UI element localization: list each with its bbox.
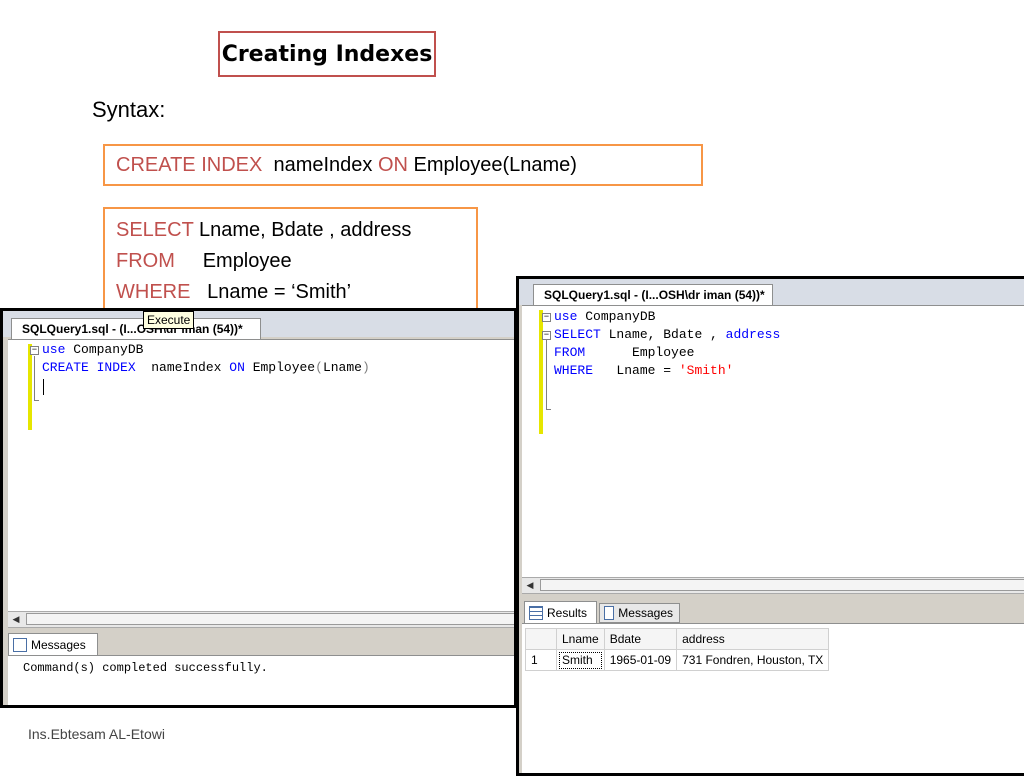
scroll-left-arrow-icon[interactable]: ◀ (522, 578, 538, 593)
results-header-row: Lname Bdate address (525, 628, 830, 650)
select-line-1: SELECT Lname, Bdate , address (116, 215, 476, 246)
syntax-target: Employee(Lname) (413, 154, 577, 176)
messages-tab-label: Messages (31, 637, 86, 652)
sql-condition: Lname = (616, 363, 672, 378)
code-line-2: CREATE INDEX nameIndex ON Employee(Lname… (42, 359, 370, 377)
from-keyword: FROM (116, 250, 175, 272)
ssms-window-create-index: SQLQuery1.sql - (I...OSH\dr iman (54))* … (0, 308, 517, 708)
collapse-icon[interactable]: − (542, 313, 551, 322)
messages-icon (604, 606, 615, 620)
where-keyword: WHERE (116, 281, 191, 303)
results-grid-icon (529, 605, 543, 620)
sql-keyword-on: ON (229, 360, 245, 375)
where-rest: Lname = ‘Smith’ (207, 281, 352, 303)
sql-table: Employee (632, 345, 695, 360)
select-example-box: SELECT Lname, Bdate , address FROM Emplo… (103, 207, 478, 315)
tab-messages[interactable]: Messages (599, 603, 680, 623)
document-tabstrip: SQLQuery1.sql - (I...OSH\dr iman (54))* (519, 279, 1024, 305)
sql-keyword-use: use (42, 342, 66, 357)
sql-string-literal: 'Smith' (678, 363, 734, 378)
sql-column: Lname (322, 360, 362, 375)
outline-guide (34, 356, 35, 400)
sql-columns: Lname, Bdate , (608, 327, 718, 342)
query-editor[interactable]: − − use CompanyDB SELECT Lname, Bdate , … (522, 305, 1024, 578)
row-number: 1 (525, 649, 557, 671)
sql-index-name: nameIndex (151, 360, 222, 375)
editor-horizontal-scrollbar[interactable]: ◀ (8, 611, 514, 628)
column-header-bdate[interactable]: Bdate (603, 628, 678, 650)
slide-title: Creating Indexes (218, 31, 436, 77)
scroll-thumb[interactable] (26, 613, 514, 625)
sql-database-name: CompanyDB (585, 309, 656, 324)
message-text: Command(s) completed successfully. (23, 661, 268, 675)
outline-guide-end (546, 409, 551, 410)
outline-guide-end (34, 400, 39, 401)
from-rest: Employee (202, 250, 292, 272)
sql-keyword-create: CREATE (42, 360, 89, 375)
collapse-icon[interactable]: − (542, 331, 551, 340)
tab-messages[interactable]: Messages (8, 633, 98, 655)
document-tabstrip: SQLQuery1.sql - (I...OSH\dr iman (54))* (3, 311, 514, 339)
results-grid: Lname Bdate address 1 Smith 1965-01-09 7… (525, 628, 830, 671)
sql-database-name: CompanyDB (73, 342, 144, 357)
sql-keyword-use: use (554, 309, 578, 324)
select-keyword: SELECT (116, 219, 194, 241)
query-document-tab[interactable]: SQLQuery1.sql - (I...OSH\dr iman (54))* (11, 318, 261, 339)
syntax-label: Syntax: (92, 97, 166, 122)
changed-lines-marker (539, 310, 543, 434)
code-line-4: WHERE Lname = 'Smith' (554, 362, 733, 380)
scroll-thumb[interactable] (540, 579, 1024, 591)
syntax-keyword-create-index: CREATE INDEX (116, 154, 263, 176)
column-header-address[interactable]: address (676, 628, 830, 650)
sql-keyword-index: INDEX (96, 360, 136, 375)
sql-keyword-address: address (725, 327, 781, 342)
changed-lines-marker (28, 344, 32, 430)
create-index-syntax-box: CREATE INDEX nameIndex ON Employee(Lname… (103, 144, 703, 186)
tab-results[interactable]: Results (524, 601, 597, 623)
text-cursor (43, 379, 44, 395)
column-header-lname[interactable]: Lname (556, 628, 605, 650)
cell-address[interactable]: 731 Fondren, Houston, TX (676, 649, 830, 671)
messages-pane: Command(s) completed successfully. (8, 655, 514, 705)
query-document-tab[interactable]: SQLQuery1.sql - (I...OSH\dr iman (54))* (533, 284, 773, 305)
sql-keyword-where: WHERE (554, 363, 594, 378)
code-line-1: use CompanyDB (42, 341, 143, 359)
code-line-3: FROM Employee (554, 344, 694, 362)
select-line-2: FROM Employee (116, 246, 476, 277)
results-grid-pane: Lname Bdate address 1 Smith 1965-01-09 7… (522, 623, 1024, 773)
messages-icon (13, 637, 27, 652)
sql-keyword-select: SELECT (554, 327, 601, 342)
sql-keyword-from: FROM (554, 345, 586, 360)
query-editor[interactable]: − use CompanyDB CREATE INDEX nameIndex O… (8, 339, 514, 612)
footer-author: Ins.Ebtesam AL-Etowi (28, 726, 165, 742)
collapse-icon[interactable]: − (30, 346, 39, 355)
cell-bdate[interactable]: 1965-01-09 (603, 649, 678, 671)
table-row[interactable]: 1 Smith 1965-01-09 731 Fondren, Houston,… (525, 649, 830, 671)
select-line-3: WHERE Lname = ‘Smith’ (116, 277, 476, 308)
execute-tooltip: Execute (143, 311, 195, 329)
editor-horizontal-scrollbar[interactable]: ◀ (522, 577, 1024, 594)
select-rest: Lname, Bdate , address (199, 219, 412, 241)
syntax-keyword-on: ON (377, 154, 408, 176)
sql-table: Employee (252, 360, 316, 375)
code-line-2: SELECT Lname, Bdate , address (554, 326, 780, 344)
messages-tab-label: Messages (618, 606, 673, 620)
scroll-left-arrow-icon[interactable]: ◀ (8, 612, 24, 627)
sql-paren-close: ) (361, 360, 370, 375)
results-tab-label: Results (547, 605, 588, 620)
outline-guide (546, 340, 547, 410)
code-line-1: use CompanyDB (554, 308, 655, 326)
sql-paren-open: ( (315, 360, 323, 375)
row-number-header (525, 628, 557, 650)
cell-lname[interactable]: Smith (556, 649, 605, 671)
ssms-window-select-query: SQLQuery1.sql - (I...OSH\dr iman (54))* … (516, 276, 1024, 776)
syntax-index-name: nameIndex (273, 154, 373, 176)
